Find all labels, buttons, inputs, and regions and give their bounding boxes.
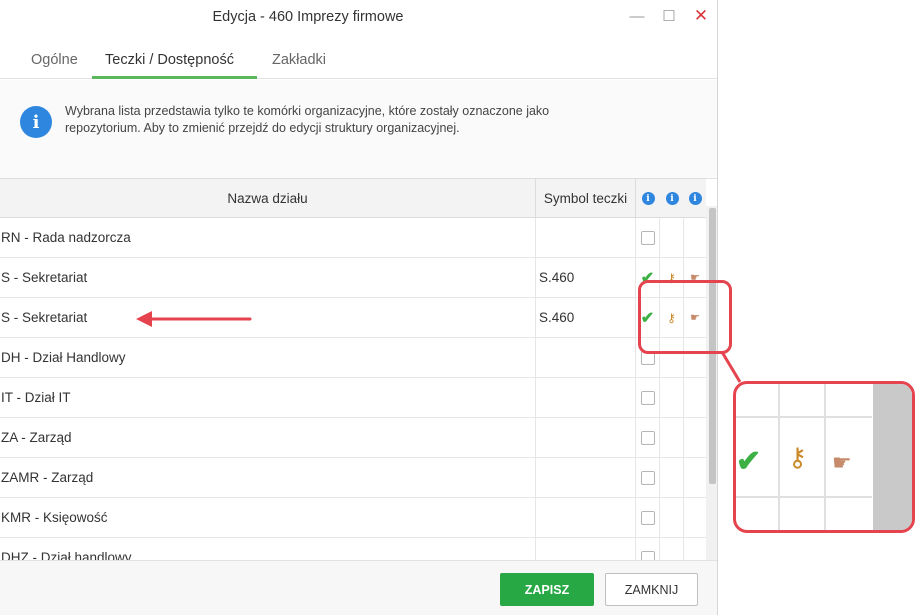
table-row[interactable]: ZA - Zarząd — [0, 418, 706, 458]
info-text-line-1: Wybrana lista przedstawia tylko te komór… — [65, 104, 550, 118]
column-header-symbol[interactable]: Symbol teczki — [536, 179, 636, 218]
department-name: S - Sekretariat — [0, 298, 536, 337]
table-row[interactable]: ZAMR - Zarząd — [0, 458, 706, 498]
table-header: Nazwa działu Symbol teczki i i i — [0, 178, 706, 218]
folder-symbol — [536, 458, 636, 497]
department-name: IT - Dział IT — [0, 378, 536, 417]
zoomed-cells: ✔ ⚷ ☛ — [736, 384, 872, 530]
table-row[interactable]: IT - Dział IT — [0, 378, 706, 418]
edit-dialog: Edycja - 460 Imprezy firmowe — ☐ ✕ Ogóln… — [0, 0, 718, 615]
info-icon: i — [688, 192, 702, 205]
annotation-arrow — [136, 311, 252, 327]
info-icon: i — [20, 106, 52, 138]
folder-symbol — [536, 378, 636, 417]
info-icon: i — [665, 192, 679, 205]
active-tab-indicator — [92, 76, 257, 79]
table-body: RN - Rada nadzorcza S - Sekretariat S.46… — [0, 218, 706, 560]
department-name: DH - Dział Handlowy — [0, 338, 536, 377]
folder-symbol: S.460 — [536, 298, 636, 337]
key-icon: ⚷ — [788, 442, 808, 472]
callout-zoom: ✔ ⚷ ☛ — [733, 381, 915, 533]
table-row[interactable]: S - Sekretariat S.460 ✔ ⚷ ☛ — [0, 258, 706, 298]
info-icon: i — [641, 192, 655, 205]
row-checkbox[interactable] — [640, 390, 655, 405]
maximize-icon[interactable]: ☐ — [658, 5, 680, 27]
column-header-name[interactable]: Nazwa działu — [0, 179, 536, 218]
table-row[interactable]: RN - Rada nadzorcza — [0, 218, 706, 258]
department-name: ZAMR - Zarząd — [0, 458, 536, 497]
department-name: KMR - Księowość — [0, 498, 536, 537]
row-checkbox[interactable] — [640, 430, 655, 445]
callout-highlight — [638, 280, 732, 354]
zoomed-scrollbar — [873, 384, 912, 530]
department-name: ZA - Zarząd — [0, 418, 536, 457]
row-checkbox[interactable] — [640, 230, 655, 245]
table-row[interactable]: S - Sekretariat S.460 ✔ ⚷ ☛ — [0, 298, 706, 338]
folder-symbol — [536, 498, 636, 537]
table-row[interactable]: KMR - Księowość — [0, 498, 706, 538]
column-header-info-3[interactable]: i — [684, 179, 706, 218]
row-checkbox[interactable] — [640, 550, 655, 560]
folder-symbol: S.460 — [536, 258, 636, 297]
row-checkbox[interactable] — [640, 510, 655, 525]
window-title: Edycja - 460 Imprezy firmowe — [212, 9, 404, 25]
close-icon[interactable]: ✕ — [690, 5, 712, 27]
info-text-line-2: repozytorium. Aby to zmienić przejdź do … — [65, 121, 460, 135]
tab-general[interactable]: Ogólne — [31, 52, 78, 68]
folder-symbol — [536, 218, 636, 257]
hand-pointer-icon: ☛ — [832, 450, 852, 475]
department-name: S - Sekretariat — [0, 258, 536, 297]
department-name: DHZ - Dział handlowy — [0, 538, 536, 560]
close-button[interactable]: ZAMKNIJ — [605, 573, 698, 606]
table-row[interactable]: DHZ - Dział handlowy — [0, 538, 706, 560]
folder-symbol — [536, 338, 636, 377]
folder-symbol — [536, 418, 636, 457]
tab-bookmarks[interactable]: Zakładki — [272, 52, 326, 68]
minimize-icon[interactable]: — — [626, 5, 648, 27]
folder-symbol — [536, 538, 636, 560]
save-button[interactable]: ZAPISZ — [500, 573, 594, 606]
title-bar: Edycja - 460 Imprezy firmowe — ☐ ✕ — [0, 0, 717, 34]
row-checkbox[interactable] — [640, 470, 655, 485]
tab-bar: Ogólne Teczki / Dostępność Zakładki — [0, 46, 717, 79]
column-header-info-2[interactable]: i — [660, 179, 684, 218]
department-name: RN - Rada nadzorcza — [0, 218, 536, 257]
column-header-info-1[interactable]: i — [636, 179, 660, 218]
info-message: Wybrana lista przedstawia tylko te komór… — [65, 103, 645, 137]
checkmark-icon: ✔ — [736, 445, 762, 478]
tab-folders-availability[interactable]: Teczki / Dostępność — [105, 52, 234, 68]
table-row[interactable]: DH - Dział Handlowy — [0, 338, 706, 378]
